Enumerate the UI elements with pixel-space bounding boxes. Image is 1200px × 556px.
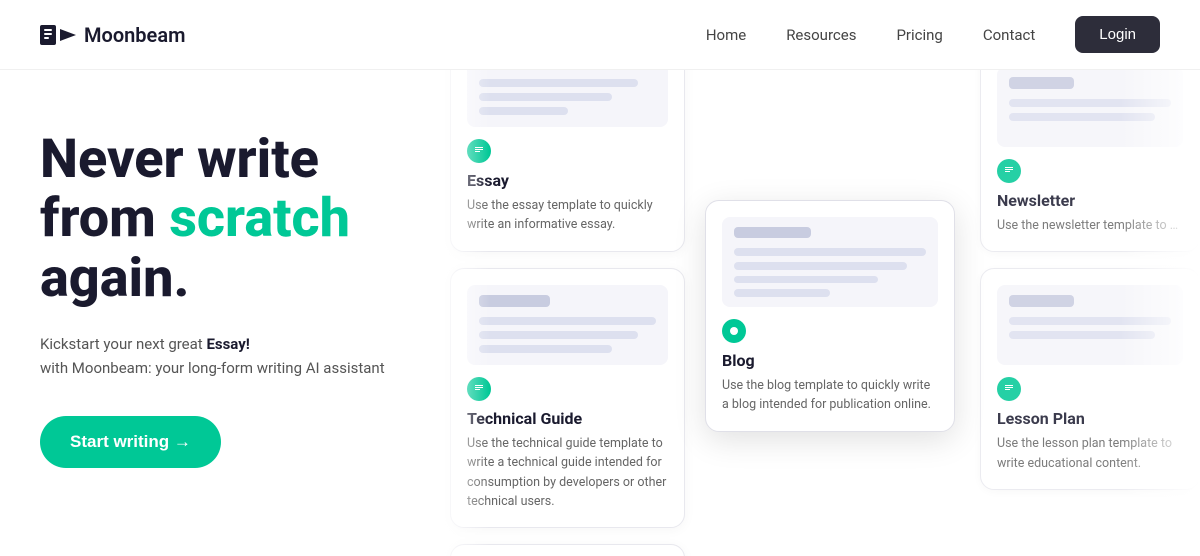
logo-text: Moonbeam <box>84 23 185 47</box>
nav-home[interactable]: Home <box>706 26 746 44</box>
preview-line <box>734 276 878 284</box>
preview-line <box>1009 77 1074 89</box>
preview-line <box>734 248 926 256</box>
blog-icon <box>722 319 746 343</box>
preview-line <box>734 289 830 297</box>
cards-column-3: Newsletter Use the newsletter template t… <box>980 80 1200 490</box>
preview-line <box>1009 317 1171 325</box>
card-lp-preview <box>997 285 1183 365</box>
essay-icon <box>467 139 491 163</box>
nl-title: Newsletter <box>997 191 1183 210</box>
hero-subtitle: Kickstart your next great Essay! with Mo… <box>40 332 390 380</box>
preview-line <box>1009 99 1171 107</box>
login-button[interactable]: Login <box>1075 16 1160 53</box>
essay-desc: Use the essay template to quickly write … <box>467 196 668 235</box>
lp-icon <box>997 377 1021 401</box>
card-blog-preview <box>722 217 938 307</box>
essay-title: Essay <box>467 171 668 190</box>
tg-title: Technical Guide <box>467 409 668 428</box>
preview-line <box>479 295 550 307</box>
preview-line <box>734 262 907 270</box>
preview-line <box>1009 295 1074 307</box>
preview-line <box>1009 113 1155 121</box>
tg-icon <box>467 377 491 401</box>
cards-column-1: Essay Use the essay template to quickly … <box>450 80 685 556</box>
nav-resources[interactable]: Resources <box>786 26 856 44</box>
preview-line <box>479 317 656 325</box>
cards-area: Essay Use the essay template to quickly … <box>430 70 1200 556</box>
hero-section: Never write from scratch again. Kickstar… <box>0 70 430 556</box>
sub-pre: Kickstart your next great <box>40 335 206 353</box>
preview-line <box>479 107 568 115</box>
hero-heading: Never write from scratch again. <box>40 130 390 308</box>
preview-line <box>479 79 638 87</box>
icon-svg <box>473 145 485 157</box>
preview-line <box>734 227 811 238</box>
card-lesson-plan[interactable]: Lesson Plan Use the lesson plan template… <box>980 268 1200 490</box>
cards-column-2: Blog Use the blog template to quickly wr… <box>705 100 955 432</box>
blog-title: Blog <box>722 351 938 370</box>
heading-line3: again. <box>40 247 190 310</box>
heading-highlight: scratch <box>169 187 350 250</box>
nl-icon <box>997 159 1021 183</box>
tg-desc: Use the technical guide template to writ… <box>467 434 668 512</box>
card-newsletter[interactable]: Newsletter Use the newsletter template t… <box>980 70 1200 252</box>
preview-line <box>479 345 612 353</box>
card-nl-preview <box>997 70 1183 147</box>
navbar: Moonbeam Home Resources Pricing Contact … <box>0 0 1200 70</box>
preview-line <box>1009 331 1155 339</box>
sub-bold: Essay! <box>206 335 249 353</box>
icon-svg <box>1003 165 1015 177</box>
lp-title: Lesson Plan <box>997 409 1183 428</box>
nl-desc: Use the newsletter template to write a n… <box>997 216 1183 235</box>
card-product-update[interactable]: Product Update Communication (beta) Use … <box>450 544 685 556</box>
card-blog[interactable]: Blog Use the blog template to quickly wr… <box>705 200 955 432</box>
heading-line1: Never write <box>40 128 319 191</box>
nav-contact[interactable]: Contact <box>983 26 1035 44</box>
icon-svg <box>473 383 485 395</box>
icon-svg <box>1003 383 1015 395</box>
card-tg-preview <box>467 285 668 365</box>
preview-line <box>479 331 638 339</box>
heading-line2: from <box>40 187 169 250</box>
icon-svg <box>728 325 740 337</box>
preview-line <box>479 93 612 101</box>
card-essay[interactable]: Essay Use the essay template to quickly … <box>450 70 685 252</box>
start-writing-button[interactable]: Start writing → <box>40 416 221 468</box>
card-technical-guide[interactable]: Technical Guide Use the technical guide … <box>450 268 685 529</box>
logo-icon <box>40 21 76 49</box>
card-essay-preview <box>467 70 668 127</box>
sub-line2: with Moonbeam: your long-form writing AI… <box>40 359 385 377</box>
lp-desc: Use the lesson plan template to write ed… <box>997 434 1183 473</box>
main-content: Never write from scratch again. Kickstar… <box>0 70 1200 556</box>
nav-links: Home Resources Pricing Contact Login <box>706 16 1160 53</box>
blog-desc: Use the blog template to quickly write a… <box>722 376 938 415</box>
nav-pricing[interactable]: Pricing <box>896 26 942 44</box>
logo[interactable]: Moonbeam <box>40 21 185 49</box>
